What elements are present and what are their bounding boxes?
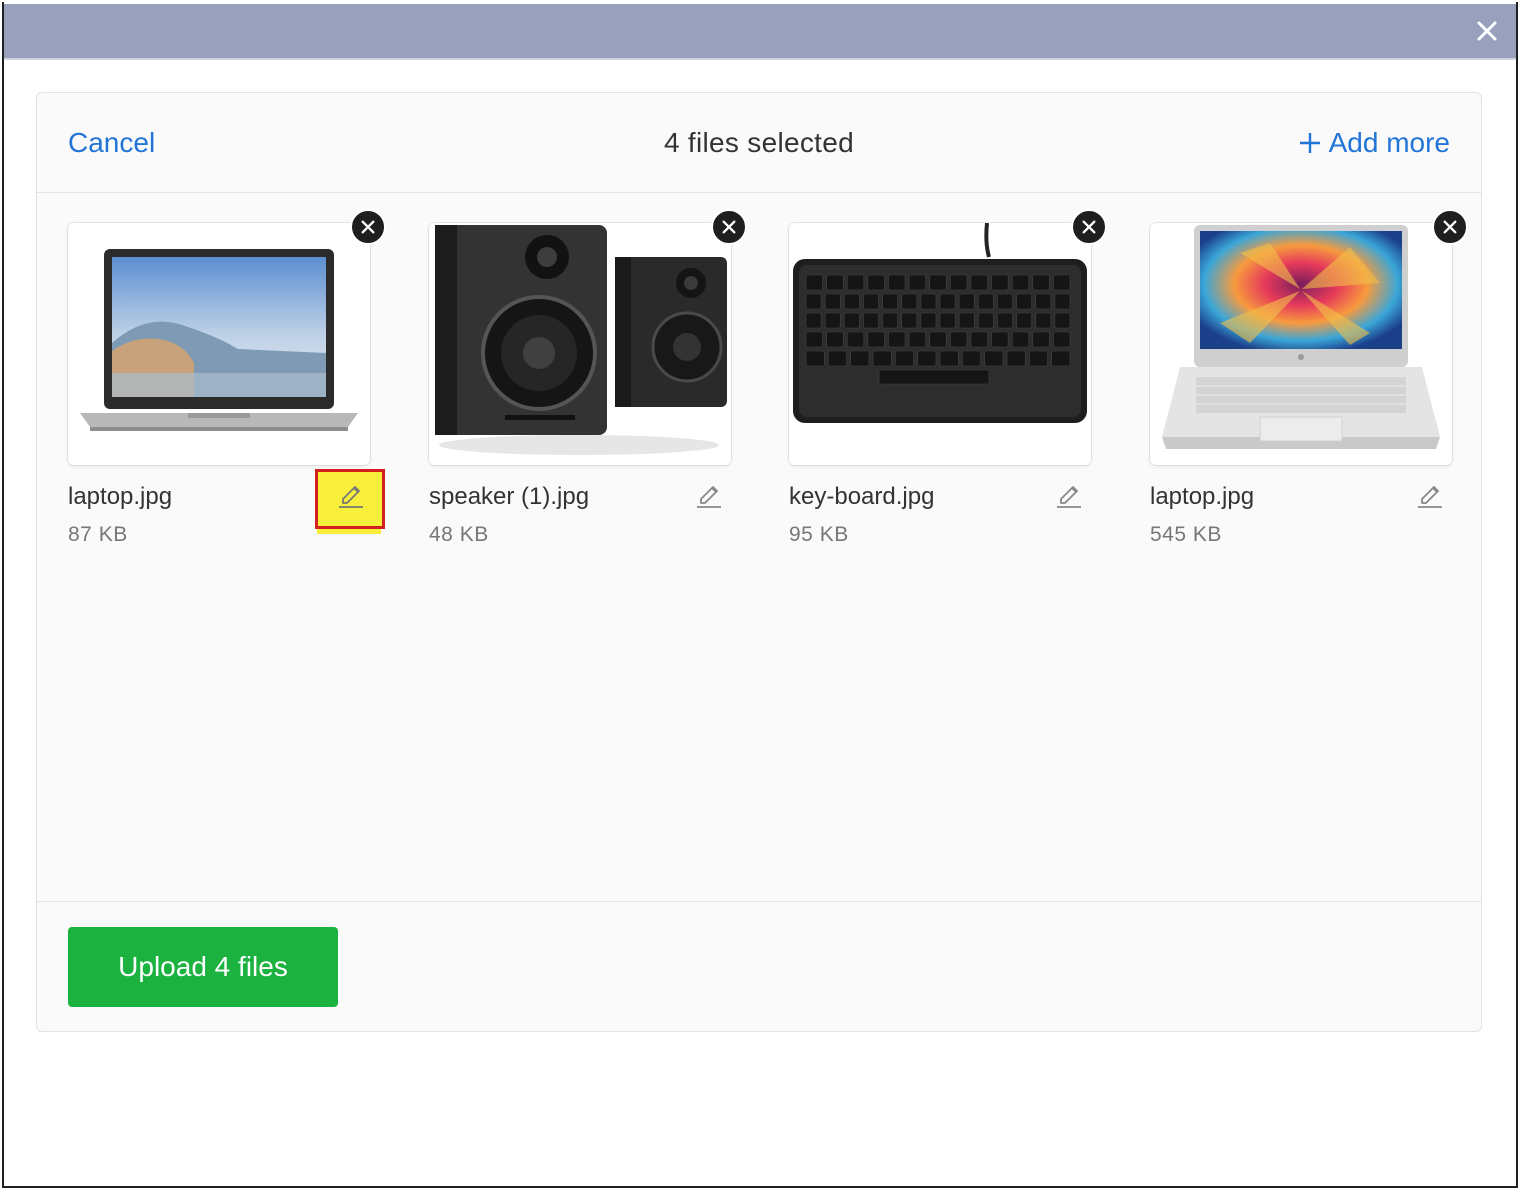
file-name: laptop.jpg — [68, 483, 173, 510]
plus-icon — [1299, 133, 1320, 153]
close-icon[interactable] — [1474, 18, 1500, 44]
file-size: 87 KB — [68, 523, 128, 546]
file-card: key-board.jpg 95 KB — [789, 209, 1107, 553]
file-name: key-board.jpg — [789, 483, 935, 510]
add-more-label: Add more — [1328, 127, 1450, 158]
file-card: laptop.jpg 87 KB — [68, 209, 386, 553]
add-more-button[interactable]: Add more — [1299, 127, 1450, 159]
file-size: 545 KB — [1150, 523, 1222, 546]
file-name: speaker (1).jpg — [429, 483, 590, 510]
file-name: laptop.jpg — [1150, 483, 1255, 510]
keyboard-icon — [789, 223, 1091, 465]
edit-file-button[interactable] — [1416, 479, 1444, 509]
cancel-button[interactable]: Cancel — [68, 127, 155, 159]
laptop-colorful-icon — [1150, 223, 1452, 465]
file-card: speaker (1).jpg 48 KB — [429, 209, 747, 553]
remove-file-button[interactable] — [711, 209, 747, 245]
files-selected-title: 4 files selected — [663, 127, 854, 158]
edit-file-button[interactable] — [1055, 479, 1083, 509]
remove-file-button[interactable] — [1432, 209, 1468, 245]
remove-file-button[interactable] — [1071, 209, 1107, 245]
dashboard-footer: Upload 4 files — [37, 901, 1481, 1031]
upload-dashboard: Cancel 4 files selected Add more laptop.… — [36, 92, 1482, 1032]
edit-file-button[interactable] — [695, 479, 723, 509]
file-size: 48 KB — [429, 523, 489, 546]
file-card: laptop.jpg 545 KB — [1150, 209, 1468, 553]
file-size: 95 KB — [789, 523, 849, 546]
edit-file-button[interactable] — [337, 479, 365, 509]
laptop-silver-icon — [68, 223, 370, 465]
dashboard-header: Cancel 4 files selected Add more — [37, 93, 1481, 193]
remove-file-button[interactable] — [350, 209, 386, 245]
modal-titlebar — [4, 4, 1516, 60]
upload-button[interactable]: Upload 4 files — [68, 927, 338, 1007]
speakers-icon — [429, 223, 731, 465]
